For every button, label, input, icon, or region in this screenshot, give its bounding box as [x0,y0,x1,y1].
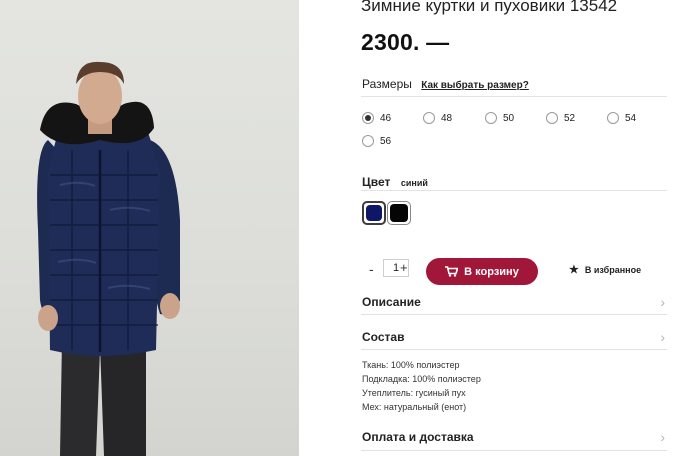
divider [361,450,667,451]
spec-fur: Мех: натуральный (енот) [362,402,467,412]
color-label: Цвет [362,175,391,189]
radio-icon[interactable] [485,112,497,124]
man-in-down-jacket-image [37,61,180,456]
radio-icon[interactable] [607,112,619,124]
radio-selected-icon[interactable] [362,112,374,124]
color-header: Цвет синий [362,173,428,191]
chevron-right-icon: › [660,329,665,345]
size-option-46[interactable]: 46 [362,112,391,124]
section-description[interactable]: Описание › [362,292,667,312]
chevron-right-icon: › [660,294,665,310]
radio-icon[interactable] [546,112,558,124]
size-option-52[interactable]: 52 [546,112,575,124]
quantity-increase-button[interactable]: + [400,260,408,275]
add-to-favorites-button[interactable]: ★ В избранное [569,263,641,276]
sizes-label: Размеры [362,77,412,91]
size-option-54[interactable]: 54 [607,112,636,124]
spec-insulation: Утеплитель: гусиный пух [362,388,466,398]
size-option-56[interactable]: 56 [362,135,391,147]
quantity-decrease-button[interactable]: - [369,261,374,277]
divider [361,190,667,191]
chevron-right-icon: › [660,429,665,445]
add-to-cart-button[interactable]: В корзину [426,258,538,285]
size-guide-link[interactable]: Как выбрать размер? [421,80,529,91]
favorites-label: В избранное [584,264,642,275]
product-price: 2300. — [361,29,450,55]
section-composition[interactable]: Состав › [362,327,667,347]
size-option-50[interactable]: 50 [485,112,514,124]
divider [361,96,667,97]
spec-fabric: Ткань: 100% полиэстер [362,360,460,370]
add-to-cart-label: В корзину [464,265,519,278]
swatch-fill [390,204,408,222]
product-title: Зимние куртки и пуховики 13542 [361,0,618,15]
size-option-48[interactable]: 48 [423,112,452,124]
product-photo[interactable] [0,0,299,456]
radio-icon[interactable] [362,135,374,147]
swatch-fill [366,205,382,221]
divider [361,314,667,315]
section-payment-delivery[interactable]: Оплата и доставка › [362,427,667,447]
sizes-header: Размеры Как выбрать размер? [362,77,529,91]
color-swatch-navy[interactable] [362,201,386,225]
spec-lining: Подкладка: 100% полиэстер [362,374,481,384]
divider [361,349,667,350]
radio-icon[interactable] [423,112,435,124]
cart-icon [445,266,459,277]
selected-color-name: синий [400,178,428,188]
color-swatch-black[interactable] [387,201,411,225]
star-icon: ★ [569,264,579,276]
